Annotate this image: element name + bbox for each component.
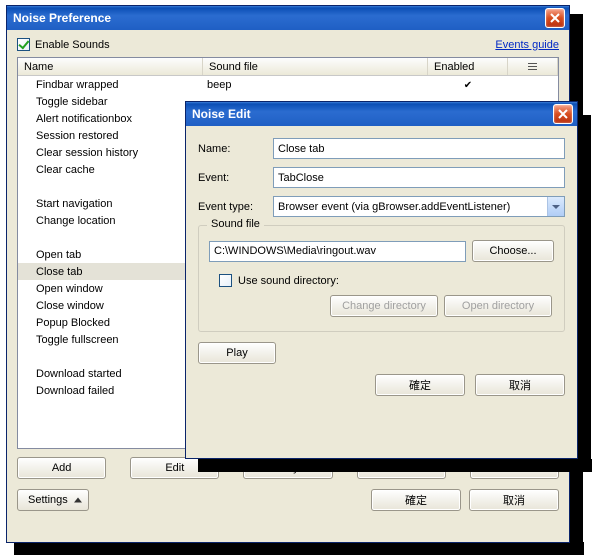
sound-file-group: Sound file Choose... Use sound directory…	[198, 225, 565, 332]
enable-sounds-label: Enable Sounds	[35, 39, 110, 51]
edit-ok-button[interactable]: 確定	[375, 374, 465, 396]
events-guide-link[interactable]: Events guide	[495, 39, 559, 51]
sound-path-input[interactable]	[209, 241, 466, 262]
enable-sounds-checkbox[interactable]	[17, 38, 30, 51]
edit-title: Noise Edit	[192, 107, 553, 121]
table-row[interactable]: Findbar wrappedbeep	[18, 76, 558, 93]
col-menu-icon[interactable]	[508, 58, 558, 75]
edit-cancel-button[interactable]: 取消	[475, 374, 565, 396]
use-sound-dir-label: Use sound directory:	[238, 275, 339, 287]
name-label: Name:	[198, 143, 273, 155]
chevron-down-icon[interactable]	[547, 197, 564, 216]
col-enabled[interactable]: Enabled	[428, 58, 508, 75]
event-label: Event:	[198, 172, 273, 184]
event-type-select[interactable]: Browser event (via gBrowser.addEventList…	[273, 196, 565, 217]
pref-title: Noise Preference	[13, 11, 545, 25]
edit-titlebar[interactable]: Noise Edit	[186, 102, 577, 126]
use-sound-dir-checkbox[interactable]	[219, 274, 232, 287]
pref-ok-button[interactable]: 確定	[371, 489, 461, 511]
choose-button[interactable]: Choose...	[472, 240, 554, 262]
event-input[interactable]	[273, 167, 565, 188]
open-directory-button[interactable]: Open directory	[444, 295, 552, 317]
settings-button[interactable]: Settings	[17, 489, 89, 511]
pref-cancel-button[interactable]: 取消	[469, 489, 559, 511]
name-input[interactable]	[273, 138, 565, 159]
col-name[interactable]: Name	[18, 58, 203, 75]
col-sound[interactable]: Sound file	[203, 58, 428, 75]
sound-file-legend: Sound file	[207, 218, 264, 230]
check-icon	[464, 79, 472, 91]
add-button[interactable]: Add	[17, 457, 106, 479]
noise-edit-dialog: Noise Edit Name: Event: Event type: Brow…	[185, 101, 578, 459]
pref-titlebar[interactable]: Noise Preference	[7, 6, 569, 30]
edit-play-button[interactable]: Play	[198, 342, 276, 364]
event-type-label: Event type:	[198, 201, 273, 213]
change-directory-button[interactable]: Change directory	[330, 295, 438, 317]
close-icon[interactable]	[545, 8, 565, 28]
list-header[interactable]: Name Sound file Enabled	[18, 58, 558, 76]
close-icon[interactable]	[553, 104, 573, 124]
